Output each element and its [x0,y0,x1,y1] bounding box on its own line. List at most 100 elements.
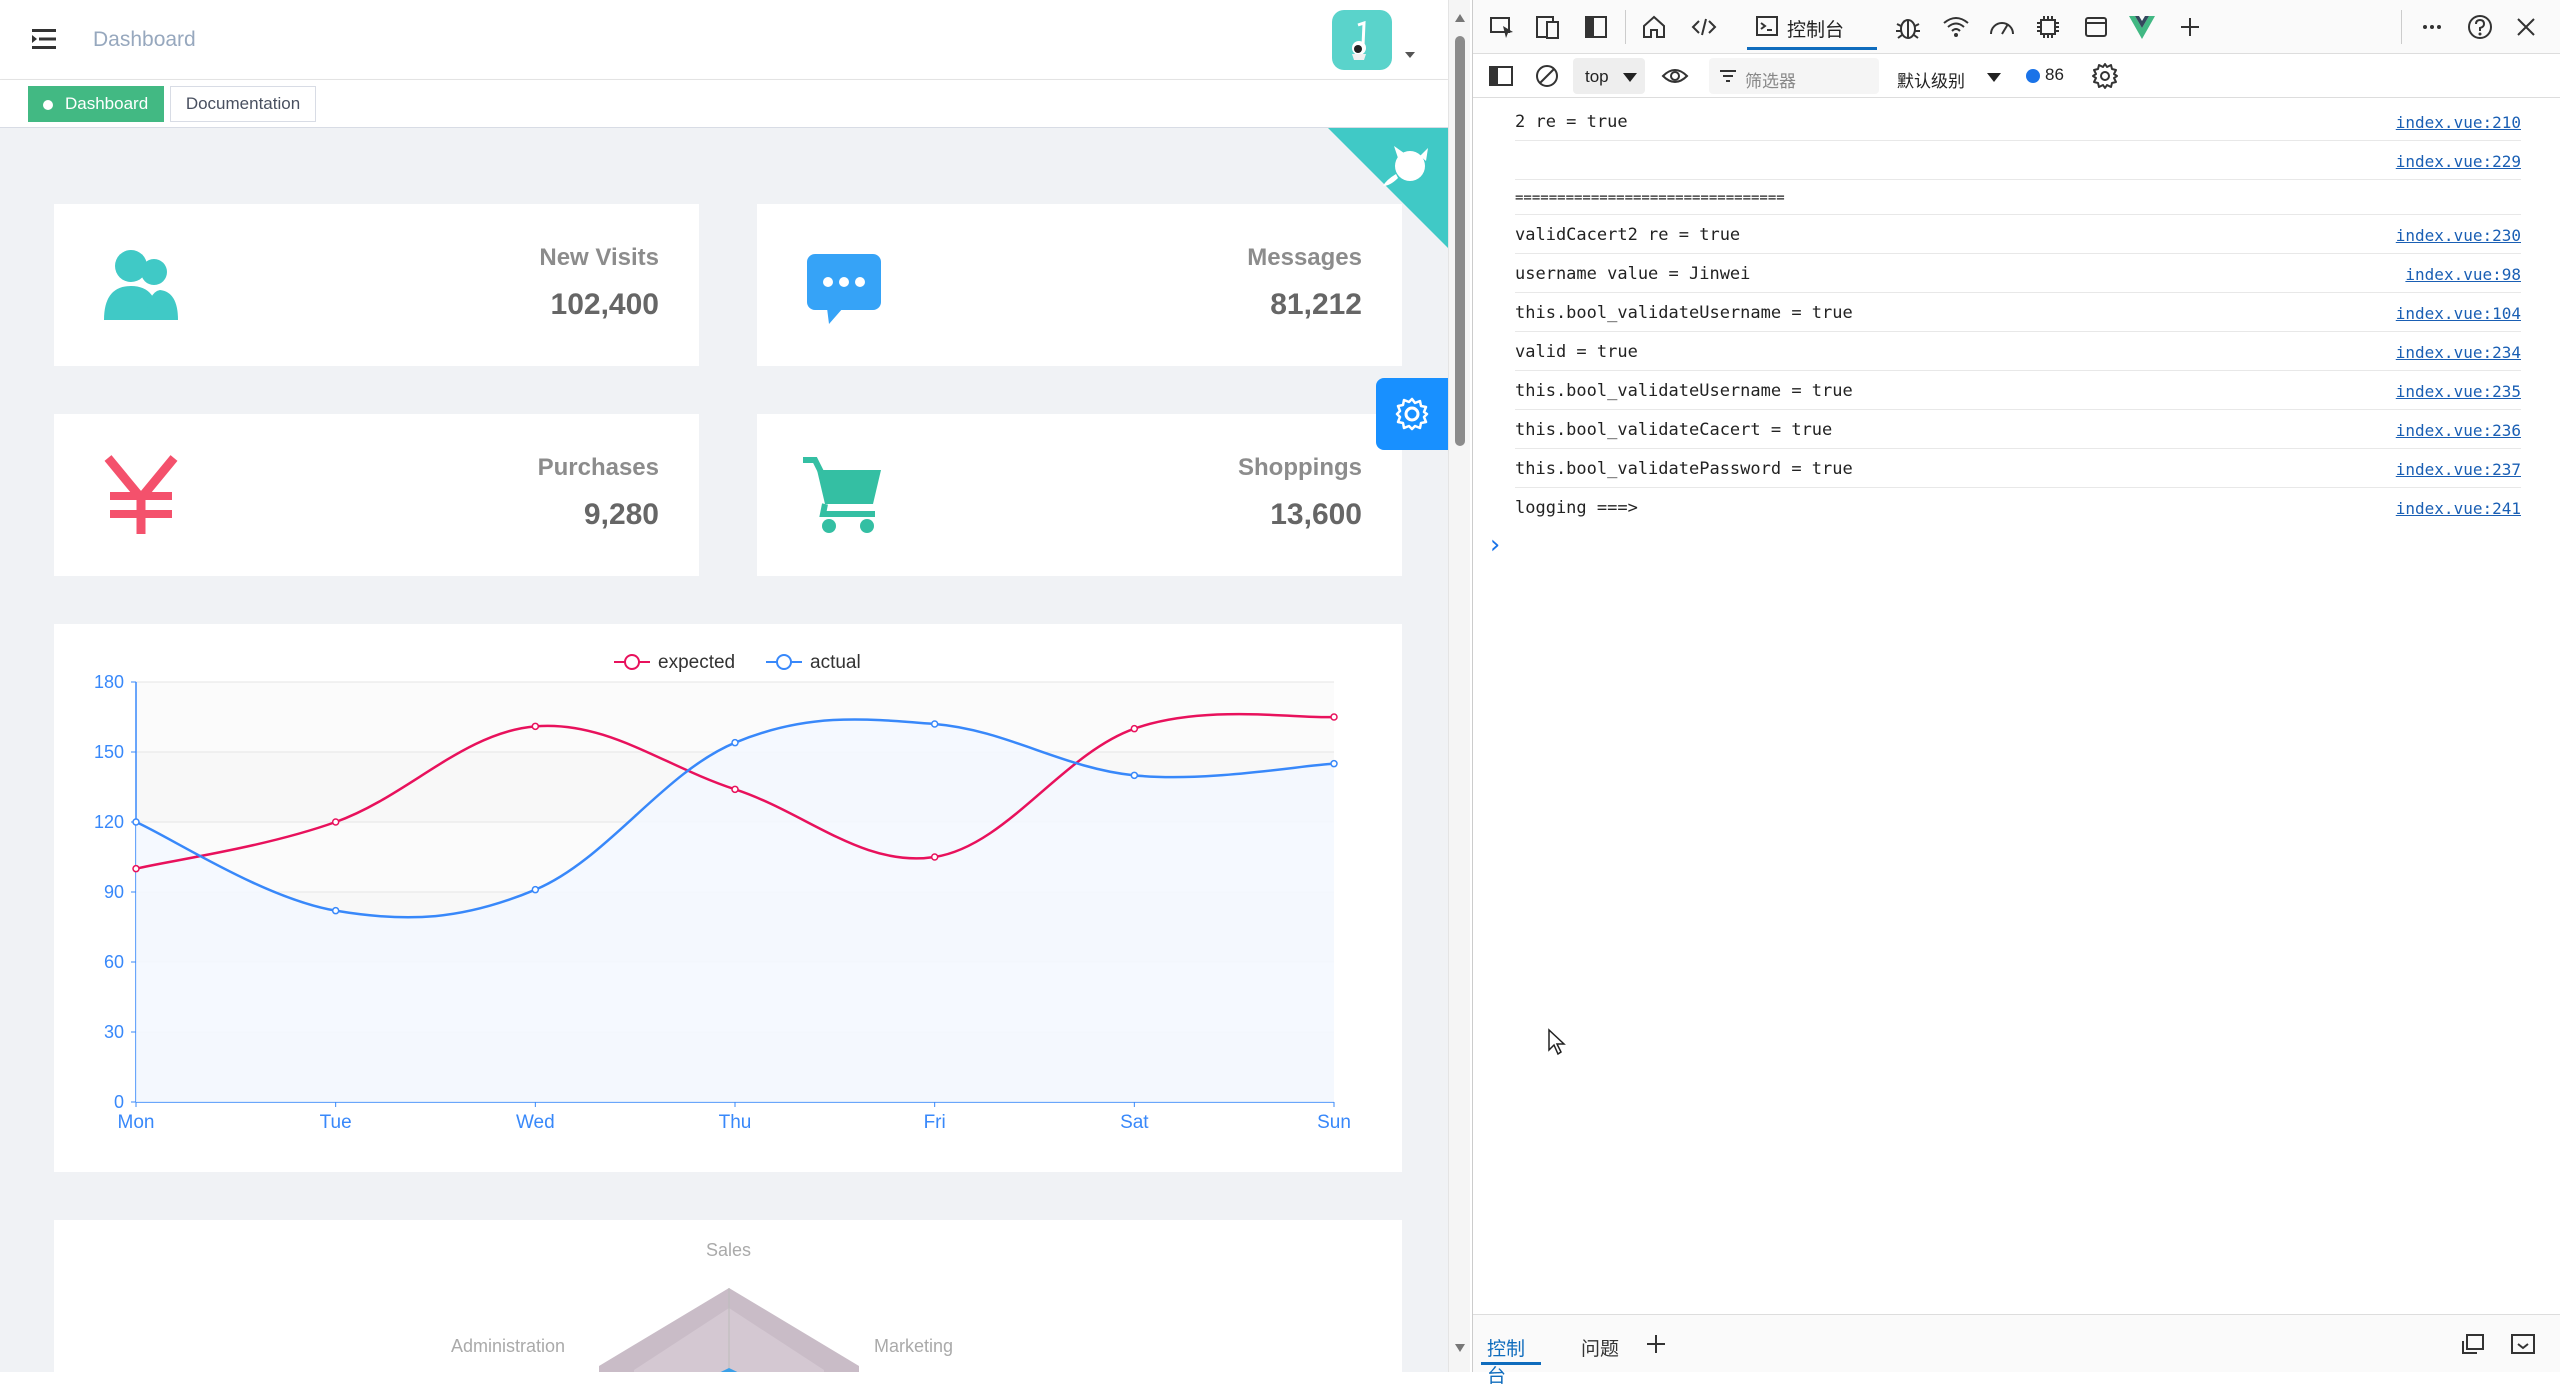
scroll-thumb[interactable] [1455,36,1465,446]
series-point-actual [731,738,739,747]
series-point-expected [331,818,340,826]
dock-side-icon[interactable] [1581,12,1611,42]
tag-label: Dashboard [65,94,149,113]
tag-documentation[interactable]: Documentation [170,86,316,122]
application-icon[interactable] [2081,12,2111,42]
performance-icon[interactable] [1987,12,2017,42]
settings-button[interactable] [1376,378,1448,450]
navbar: Dashboard [0,0,1448,80]
mouse-cursor-icon [1548,1028,1566,1056]
y-tick-label: 90 [104,882,124,902]
series-point-actual [1330,759,1338,768]
log-source-link[interactable]: index.vue:98 [2405,265,2521,284]
elements-icon[interactable] [1689,12,1719,42]
dashboard-main: New Visits 102,400 Messages 81,212 Purch… [0,128,1448,1372]
avatar[interactable] [1332,10,1392,70]
legend-label-actual: actual [810,652,861,673]
add-tab-icon[interactable] [2175,12,2205,42]
message-count-badge[interactable]: 86 [2025,62,2075,90]
stat-label: Purchases [537,454,659,481]
filter-icon [1720,70,1736,82]
series-point-actual [132,818,140,826]
filter-input[interactable]: 筛选器 [1709,58,1879,94]
context-value: top [1585,67,1609,86]
stat-value: 13,600 [1270,498,1362,531]
message-icon [801,242,887,328]
drawer-tab-label: 控制台 [1487,1339,1526,1387]
series-point-expected [531,722,540,731]
stat-label: Messages [1247,244,1362,271]
y-tick-label: 0 [114,1092,124,1112]
series-point-actual [331,906,340,915]
caret-down-icon[interactable] [1405,52,1415,58]
device-emulation-icon[interactable] [1533,12,1563,42]
home-icon[interactable] [1639,12,1669,42]
x-tick-label: Sun [1317,1112,1351,1133]
active-dot [43,100,53,110]
series-point-expected [930,853,939,861]
drawer-tab-console[interactable]: 控制台 [1481,1323,1541,1387]
close-icon[interactable] [2511,12,2541,42]
stat-label: New Visits [539,244,659,271]
inspect-element-icon[interactable] [1487,12,1517,42]
help-icon[interactable] [2465,12,2495,42]
console-settings-icon[interactable] [2091,62,2119,90]
log-message: validCacert2 re = true [1515,225,1741,245]
log-source-link[interactable]: index.vue:229 [2396,152,2521,171]
gear-icon [1395,397,1429,431]
series-point-expected [1130,724,1139,733]
stat-label: Shoppings [1238,454,1362,481]
clear-console-icon[interactable] [1533,62,1561,90]
page-scrollbar[interactable] [1448,0,1470,1372]
x-tick-label: Fri [924,1112,946,1133]
more-options-icon[interactable] [2417,12,2447,42]
log-source-link[interactable]: index.vue:104 [2396,304,2521,323]
stat-card-purchases[interactable]: Purchases 9,280 [54,414,699,576]
stat-value: 9,280 [583,498,659,531]
y-tick-label: 120 [94,812,124,832]
log-source-link[interactable]: index.vue:210 [2396,113,2521,132]
scroll-up-arrow[interactable] [1455,14,1465,22]
stat-value: 81,212 [1270,288,1362,321]
stat-card-messages[interactable]: Messages 81,212 [757,204,1402,366]
y-tick-label: 30 [104,1022,124,1042]
sidebar-toggle-icon[interactable] [1487,62,1515,90]
sources-bug-icon[interactable] [1893,12,1923,42]
console-icon [1756,16,1778,36]
log-source-link[interactable]: index.vue:234 [2396,343,2521,362]
log-message: this.bool_validateUsername = true [1515,381,1853,401]
live-expression-eye-icon[interactable] [1661,64,1689,88]
series-point-actual [930,720,939,728]
log-source-link[interactable]: index.vue:235 [2396,382,2521,401]
console-prompt[interactable]: › [1487,530,2547,566]
tab-console[interactable]: 控制台 [1747,4,1877,50]
log-source-link[interactable]: index.vue:230 [2396,226,2521,245]
log-source-link[interactable]: index.vue:237 [2396,460,2521,479]
y-tick-label: 150 [94,742,124,762]
devtools-tab-bar: 控制台 [1473,0,2560,54]
vue-devtools-icon[interactable] [2127,12,2157,42]
y-tick-label: 180 [94,672,124,692]
network-wifi-icon[interactable] [1941,12,1971,42]
devtools-panel: 控制台 top 筛选器 默认级别 86 2 re = true index.vu… [1472,0,2560,1387]
radar-shape [599,1288,859,1372]
undock-drawer-icon[interactable] [2459,1331,2487,1357]
hamburger-icon[interactable] [30,26,58,52]
add-drawer-tab-icon[interactable] [1643,1331,1669,1357]
log-message: this.bool_validateCacert = true [1515,420,1833,440]
stat-card-shoppings[interactable]: Shoppings 13,600 [757,414,1402,576]
log-message: this.bool_validateUsername = true [1515,303,1853,323]
memory-chip-icon[interactable] [2033,12,2063,42]
context-selector[interactable]: top [1573,58,1645,94]
log-message: ================================ [1515,190,1785,206]
collapse-drawer-icon[interactable] [2509,1331,2537,1357]
tag-dashboard[interactable]: Dashboard [28,86,164,122]
stat-card-new-visits[interactable]: New Visits 102,400 [54,204,699,366]
legend-label-expected: expected [658,652,735,673]
scroll-down-arrow[interactable] [1455,1344,1465,1352]
log-level-dropdown[interactable]: 默认级别 [1897,58,2007,94]
log-source-link[interactable]: index.vue:241 [2396,499,2521,518]
drawer-tab-issues[interactable]: 问题 [1581,1334,1619,1361]
log-source-link[interactable]: index.vue:236 [2396,421,2521,440]
log-row: valid = true index.vue:234 [1515,332,2521,371]
